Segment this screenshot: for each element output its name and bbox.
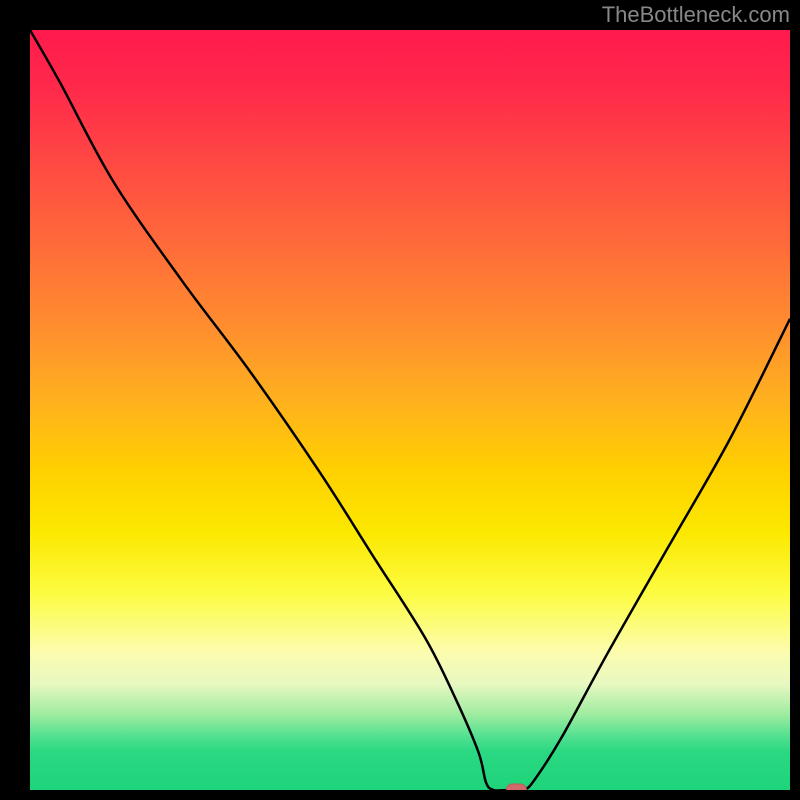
watermark-label: TheBottleneck.com	[602, 2, 790, 28]
minimum-marker	[506, 784, 526, 790]
chart-container: TheBottleneck.com	[0, 0, 800, 800]
plot-area	[30, 30, 790, 790]
chart-svg	[30, 30, 790, 790]
bottleneck-curve	[30, 30, 790, 790]
